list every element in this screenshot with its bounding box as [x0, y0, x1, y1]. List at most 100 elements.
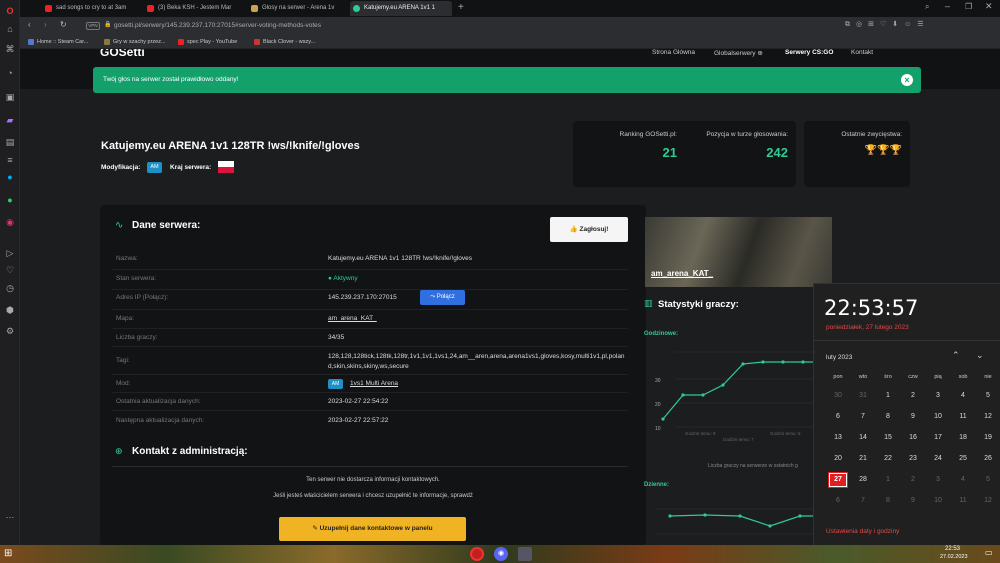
music-icon[interactable]: ▷	[3, 246, 17, 260]
nav-global[interactable]: Globalserwery ⊕	[714, 49, 763, 57]
vpn-badge[interactable]: VPN	[86, 22, 100, 30]
date-settings-link[interactable]: Ustawienia daty i godziny	[826, 528, 899, 535]
tab-youtube-2[interactable]: (3) Beka KSH - Jestem Mar	[144, 1, 244, 16]
calendar-day[interactable]: 4	[953, 472, 973, 488]
calendar-day[interactable]: 28	[853, 472, 873, 488]
calendar-day[interactable]: 14	[853, 430, 873, 446]
minimize-icon[interactable]: –	[945, 1, 950, 11]
calendar-day[interactable]: 1	[878, 472, 898, 488]
calendar-day[interactable]: 9	[903, 493, 923, 509]
calendar-day[interactable]: 8	[878, 409, 898, 425]
calendar-day[interactable]: 10	[928, 493, 948, 509]
calendar-day[interactable]: 21	[853, 451, 873, 467]
calendar-day[interactable]: 11	[953, 409, 973, 425]
calendar-day[interactable]: 24	[928, 451, 948, 467]
start-icon[interactable]: ⊞	[4, 548, 16, 560]
instagram-icon[interactable]: ◉	[3, 215, 17, 229]
bookmark-blackclover[interactable]: Black Clover - wszy...	[254, 37, 315, 47]
calendar-day[interactable]: 18	[953, 430, 973, 446]
opera-logo-icon[interactable]: O	[3, 4, 17, 18]
calendar-day[interactable]: 22	[878, 451, 898, 467]
calendar-day[interactable]: 6	[828, 493, 848, 509]
calendar-day[interactable]: 2	[903, 472, 923, 488]
prev-month-icon[interactable]: ⌃	[952, 350, 960, 361]
tab-youtube-1[interactable]: sad songs to cry to at 3am	[42, 1, 142, 16]
forward-icon[interactable]: ›	[44, 20, 47, 29]
close-icon[interactable]: ✕	[985, 1, 993, 12]
messenger-icon[interactable]: ●	[3, 170, 17, 184]
reload-icon[interactable]: ↻	[60, 20, 67, 29]
calendar-day[interactable]: 2	[903, 388, 923, 404]
maximize-icon[interactable]: ❐	[965, 2, 972, 11]
calendar-day[interactable]: 4	[953, 388, 973, 404]
calendar-day[interactable]: 10	[928, 409, 948, 425]
calendar-day[interactable]: 31	[853, 388, 873, 404]
url-input[interactable]: gosetti.pl/serwery/145.239.237.170:27015…	[114, 20, 814, 32]
settings-icon[interactable]: ⚙	[3, 324, 17, 338]
calendar-day[interactable]: 3	[928, 472, 948, 488]
site-logo[interactable]: GOSetti	[100, 49, 145, 59]
back-icon[interactable]: ‹	[28, 20, 31, 29]
calendar-day[interactable]: 7	[853, 409, 873, 425]
calendar-day[interactable]: 7	[853, 493, 873, 509]
calendar-day[interactable]: 13	[828, 430, 848, 446]
whatsapp-icon[interactable]: ●	[3, 193, 17, 207]
discord-icon[interactable]: ▤	[3, 135, 17, 149]
fill-contact-button[interactable]: ✎ Uzupełnij dane kontaktowe w panelu	[279, 517, 466, 541]
tab-votes[interactable]: Głosy na serwer - Arena 1v	[248, 1, 348, 16]
detail-mod[interactable]: 1vs1 Multi Arena	[350, 380, 398, 387]
twitch-icon[interactable]: ▰	[3, 113, 17, 127]
next-month-icon[interactable]: ⌄	[976, 350, 984, 361]
extensions-icon[interactable]: ⬢	[3, 303, 17, 317]
opera-taskbar-icon[interactable]	[470, 547, 484, 561]
calendar-day[interactable]: 25	[953, 451, 973, 467]
calendar-day[interactable]: 17	[928, 430, 948, 446]
speed-dial-icon[interactable]: ◔	[3, 66, 17, 80]
calendar-day-today[interactable]: 27	[828, 472, 848, 488]
new-tab-icon[interactable]: +	[458, 2, 464, 13]
search-icon[interactable]: ⌕	[925, 2, 929, 12]
calendar-day[interactable]: 19	[978, 430, 998, 446]
nav-contact[interactable]: Kontakt	[851, 49, 873, 56]
bookmark-steam[interactable]: Home :: Steam Car...	[28, 37, 88, 47]
history-icon[interactable]: ◷	[3, 281, 17, 295]
calendar-day[interactable]: 3	[928, 388, 948, 404]
gamepad-icon[interactable]: ⌘	[3, 42, 17, 56]
calendar-day[interactable]: 5	[978, 388, 998, 404]
vote-button[interactable]: 👍 Zagłosuj!	[550, 217, 628, 242]
detail-map[interactable]: am_arena_KAT_	[328, 315, 377, 322]
calendar-day[interactable]: 6	[828, 409, 848, 425]
calendar-day[interactable]: 1	[878, 388, 898, 404]
more-icon[interactable]: …	[3, 508, 17, 522]
notification-icon[interactable]: ▭	[985, 548, 993, 557]
bookmark-icon[interactable]: ♡	[3, 263, 17, 277]
month-label[interactable]: luty 2023	[826, 354, 852, 361]
calendar-day[interactable]: 12	[978, 493, 998, 509]
nav-csgo[interactable]: Serwery CS:GO	[785, 49, 833, 56]
app-taskbar-icon[interactable]	[518, 547, 532, 561]
calendar-day[interactable]: 12	[978, 409, 998, 425]
close-toast-icon[interactable]: ×	[901, 74, 913, 86]
calendar-day[interactable]: 30	[828, 388, 848, 404]
clock-date[interactable]: poniedziałek, 27 lutego 2023	[826, 324, 909, 331]
calendar-day[interactable]: 5	[978, 472, 998, 488]
taskbar-date[interactable]: 27.02.2023	[940, 554, 968, 560]
tab-katujemy[interactable]: Katujemy.eu ARENA 1v1 1	[350, 1, 452, 16]
cube-icon[interactable]: ▣	[3, 90, 17, 104]
calendar-day[interactable]: 20	[828, 451, 848, 467]
calendar-day[interactable]: 26	[978, 451, 998, 467]
toolbar-icons[interactable]: ⧉◎⊞♡⬇☺☰	[845, 20, 930, 29]
bookmark-youtube[interactable]: spec Play - YouTube	[178, 37, 237, 47]
calendar-day[interactable]: 11	[953, 493, 973, 509]
nav-home[interactable]: Strona Główna	[652, 49, 695, 56]
discord-taskbar-icon[interactable]: ◉	[494, 547, 508, 561]
calendar-day[interactable]: 23	[903, 451, 923, 467]
bookmark-chess[interactable]: Gry w szachy przez...	[104, 37, 166, 47]
news-icon[interactable]: ≡	[3, 153, 17, 167]
connect-button[interactable]: ⤳ Połącz	[420, 290, 465, 305]
home-icon[interactable]: ⌂	[3, 22, 17, 36]
calendar-day[interactable]: 8	[878, 493, 898, 509]
calendar-day[interactable]: 16	[903, 430, 923, 446]
taskbar-time[interactable]: 22:53	[945, 546, 960, 552]
calendar-day[interactable]: 9	[903, 409, 923, 425]
